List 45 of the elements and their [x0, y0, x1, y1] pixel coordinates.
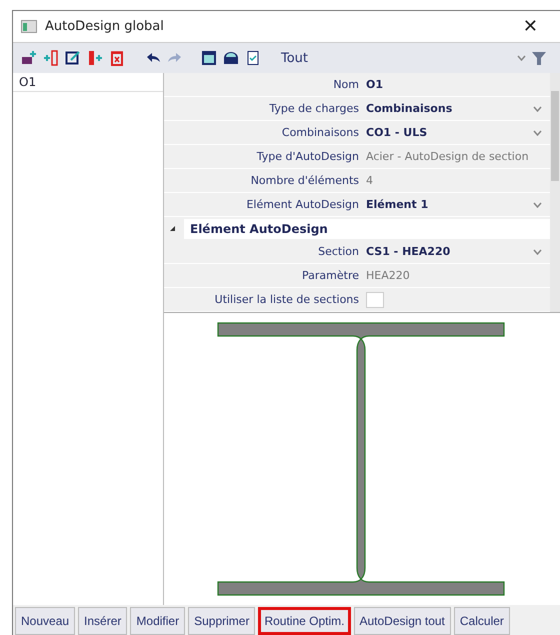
checkbox[interactable] [366, 292, 384, 308]
property-value: 4 [366, 174, 373, 187]
action-button[interactable]: Calculer [454, 607, 510, 635]
property-value[interactable]: CS1 - HEA220 [366, 245, 450, 258]
property-label: Paramètre [301, 269, 360, 282]
insert-column-icon[interactable] [87, 50, 103, 66]
action-button[interactable]: Supprimer [188, 607, 256, 635]
table-icon[interactable] [201, 50, 217, 66]
chevron-down-icon[interactable] [533, 106, 542, 112]
property-value[interactable]: Combinaisons [366, 102, 452, 115]
checklist-icon[interactable] [245, 50, 261, 66]
scrollbar[interactable] [550, 73, 560, 312]
folder-icon[interactable] [223, 50, 239, 66]
property-label: Section [317, 245, 360, 258]
add-row-icon[interactable] [21, 50, 37, 66]
filter-icon[interactable] [532, 51, 546, 65]
action-button[interactable]: Insérer [78, 607, 128, 635]
property-value: HEA220 [366, 269, 410, 282]
action-button[interactable]: Nouveau [15, 607, 76, 635]
edit-icon[interactable] [65, 50, 81, 66]
action-button[interactable]: AutoDesign tout [354, 607, 451, 635]
chevron-down-icon[interactable] [517, 55, 526, 61]
property-label: Nombre d'éléments [250, 174, 360, 187]
action-button[interactable]: Modifier [130, 607, 186, 635]
property-value: O1 [366, 78, 384, 91]
property-label: Type de charges [268, 102, 360, 115]
close-icon[interactable]: ✕ [522, 16, 538, 37]
window-icon [21, 20, 37, 33]
chevron-down-icon[interactable] [533, 248, 542, 254]
group-header: Elément AutoDesign [184, 218, 550, 238]
collapse-icon[interactable] [170, 226, 176, 232]
property-label: Combinaisons [280, 126, 360, 139]
property-label: Nom [332, 78, 360, 91]
property-label: Utiliser la liste de sections [214, 293, 360, 306]
chevron-down-icon[interactable] [533, 130, 542, 136]
property-value[interactable]: Elément 1 [366, 198, 428, 211]
chevron-down-icon[interactable] [533, 202, 542, 208]
window-title: AutoDesign global [45, 19, 165, 34]
property-label: Type d'AutoDesign [256, 150, 360, 163]
action-button[interactable]: Routine Optim. [258, 607, 350, 635]
property-value[interactable]: CO1 - ULS [366, 126, 428, 139]
property-label: Elément AutoDesign [245, 198, 360, 211]
insert-row-icon[interactable] [43, 50, 59, 66]
delete-icon[interactable] [109, 50, 125, 66]
property-value: Acier - AutoDesign de section [366, 150, 529, 163]
